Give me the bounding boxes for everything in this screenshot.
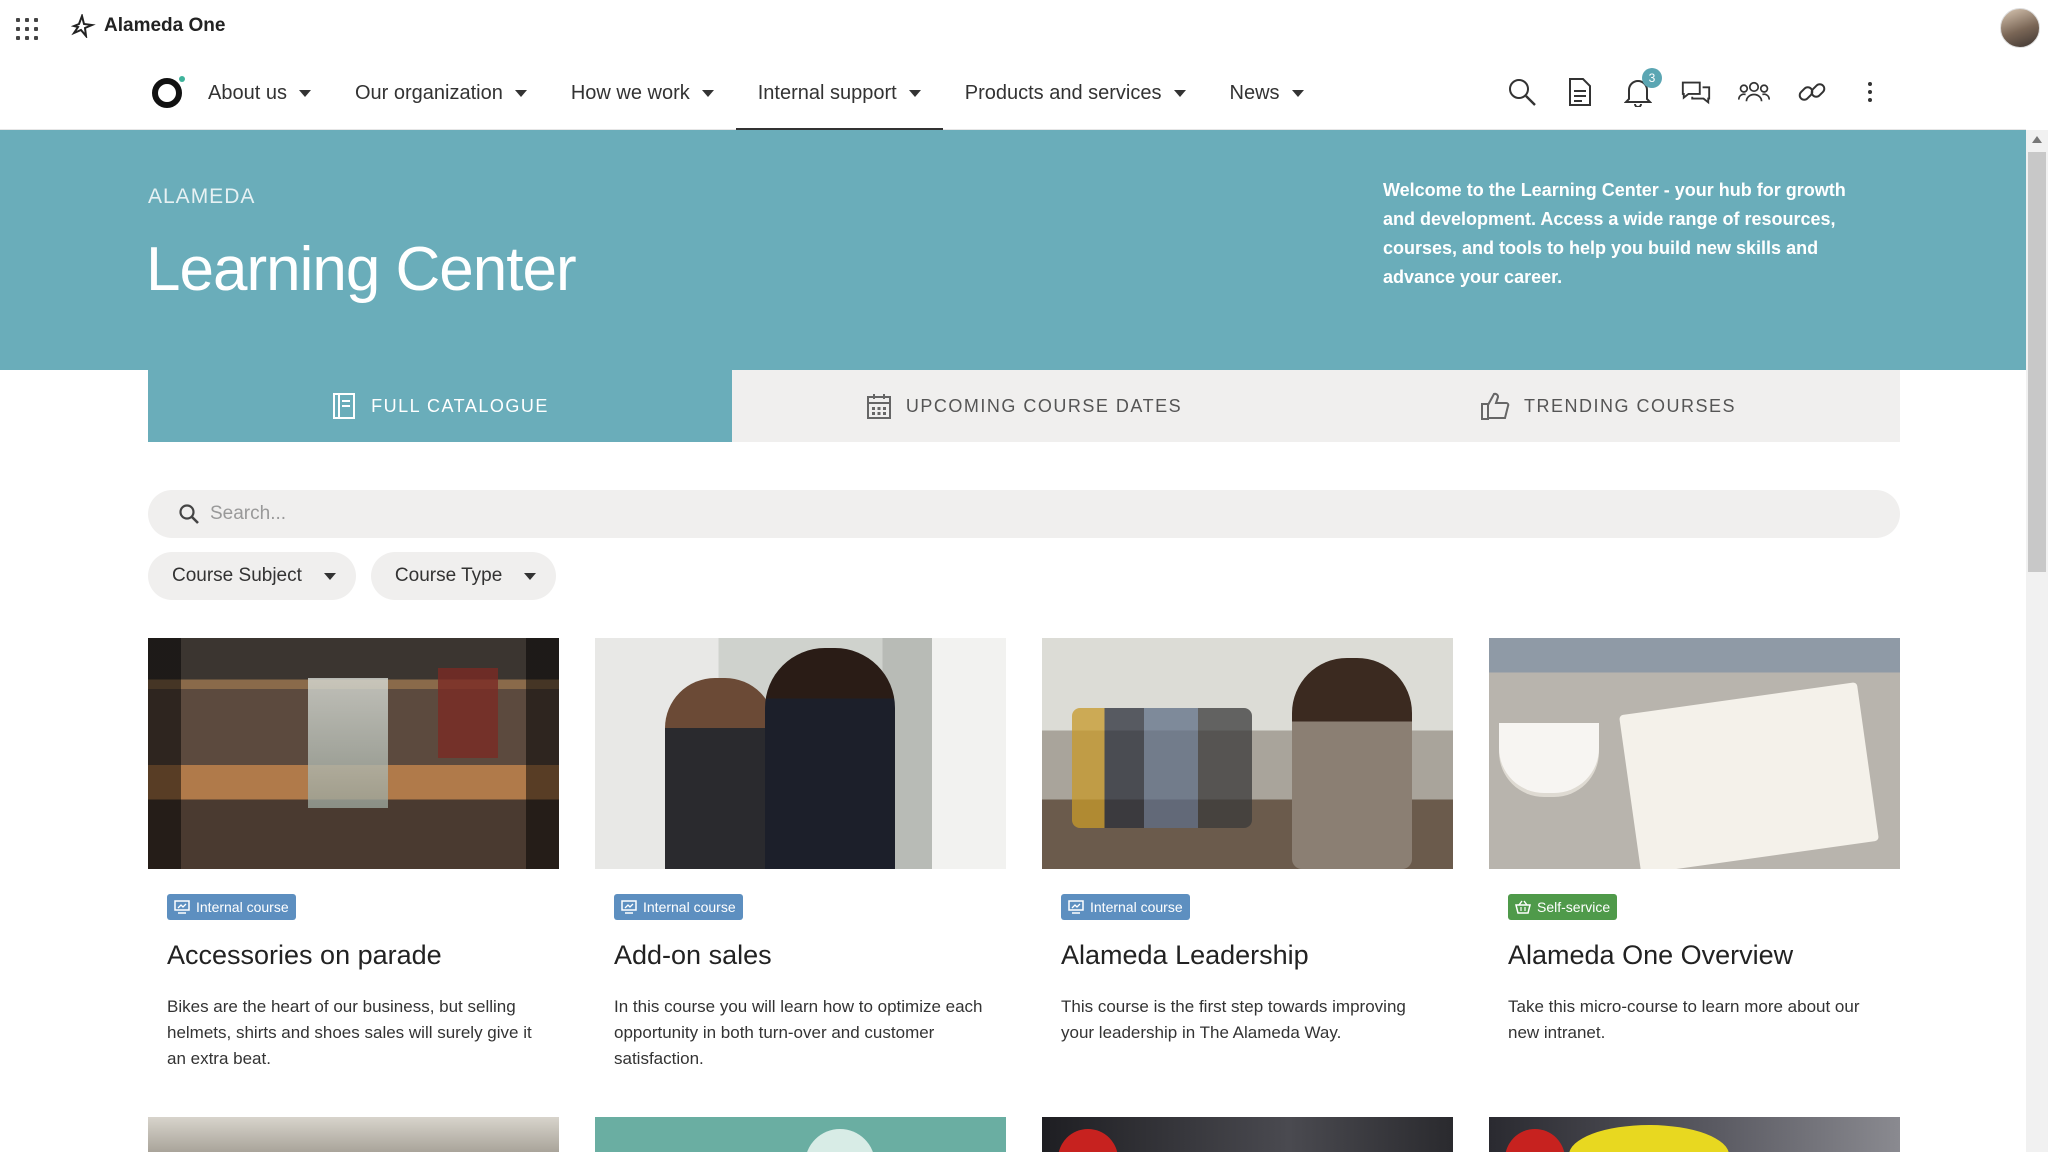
tab-label: UPCOMING COURSE DATES xyxy=(905,395,1183,416)
nav-item-label: How we work xyxy=(570,81,690,104)
brand-name: Alameda One xyxy=(104,15,226,36)
course-title[interactable]: Alameda Leadership xyxy=(1061,940,1309,971)
course-card[interactable]: Internal course Add-on sales In this cou… xyxy=(595,638,1006,1078)
course-icon xyxy=(621,900,637,914)
caret-down-icon xyxy=(1291,89,1304,97)
scroll-up-arrow-icon[interactable] xyxy=(2032,136,2042,143)
course-title[interactable]: Accessories on parade xyxy=(167,940,442,971)
course-icon xyxy=(1068,900,1084,914)
badge-label: Internal course xyxy=(196,899,289,915)
calendar-icon xyxy=(866,394,891,419)
course-type-badge: Internal course xyxy=(614,894,743,920)
people-icon[interactable] xyxy=(1738,76,1770,108)
caret-down-icon xyxy=(514,89,527,97)
site-navigation: About us Our organization How we work In… xyxy=(0,56,2026,131)
catalogue-icon xyxy=(333,393,356,419)
course-image[interactable] xyxy=(1489,638,1900,869)
search-icon[interactable] xyxy=(1506,76,1538,108)
course-card-image-partial[interactable] xyxy=(595,1117,1006,1152)
course-subject-filter[interactable]: Course Subject xyxy=(148,552,356,600)
notification-count-badge: 3 xyxy=(1642,68,1662,88)
course-icon xyxy=(174,900,190,914)
caret-down-icon xyxy=(298,89,311,97)
hero-eyebrow: ALAMEDA xyxy=(148,185,256,208)
course-image[interactable] xyxy=(148,638,559,869)
caret-down-icon xyxy=(524,572,537,580)
page-scrollbar[interactable] xyxy=(2026,130,2048,1152)
nav-item-about-us[interactable]: About us xyxy=(186,56,333,130)
tab-label: FULL CATALOGUE xyxy=(371,395,549,416)
nav-item-label: Internal support xyxy=(757,81,897,104)
caret-down-icon xyxy=(1173,89,1186,97)
course-card[interactable]: Internal course Accessories on parade Bi… xyxy=(148,638,559,1078)
course-card[interactable]: Self-service Alameda One Overview Take t… xyxy=(1489,638,1900,1078)
filter-label: Course Type xyxy=(394,565,503,586)
nav-item-news[interactable]: News xyxy=(1208,56,1326,130)
course-type-badge: Internal course xyxy=(1061,894,1190,920)
course-card-image-partial[interactable] xyxy=(148,1117,559,1152)
filter-bar: Course Subject Course Type xyxy=(148,552,557,600)
link-icon[interactable] xyxy=(1796,76,1828,108)
course-type-badge: Self-service xyxy=(1508,894,1618,920)
nav-item-how-we-work[interactable]: How we work xyxy=(549,56,736,130)
more-options-icon[interactable] xyxy=(1854,76,1886,108)
nav-item-internal-support[interactable]: Internal support xyxy=(735,56,943,131)
brand[interactable]: Alameda One xyxy=(70,14,225,38)
tab-trending-courses[interactable]: TRENDING COURSES xyxy=(1316,370,1900,442)
search-icon xyxy=(179,504,199,524)
badge-label: Self-service xyxy=(1537,899,1611,915)
course-type-badge: Internal course xyxy=(167,894,296,920)
user-avatar[interactable] xyxy=(2000,8,2040,48)
nav-item-products-and-services[interactable]: Products and services xyxy=(943,56,1208,130)
course-card-image-partial[interactable] xyxy=(1489,1117,1900,1152)
page-title: Learning Center xyxy=(146,235,577,304)
caret-down-icon xyxy=(323,572,336,580)
filter-label: Course Subject xyxy=(172,565,302,586)
nav-item-label: Our organization xyxy=(354,81,503,104)
nav-item-our-organization[interactable]: Our organization xyxy=(333,56,549,130)
hero-welcome-text: Welcome to the Learning Center - your hu… xyxy=(1383,180,1846,287)
app-bar: Alameda One xyxy=(0,0,2048,56)
badge-label: Internal course xyxy=(643,899,736,915)
hero-banner: ALAMEDA Learning Center Welcome to the L… xyxy=(0,130,2026,370)
catalogue-tabs: FULL CATALOGUE UPCOMING COURSE DATES TRE… xyxy=(148,370,1900,442)
course-image[interactable] xyxy=(595,638,1006,869)
brand-logo-icon xyxy=(70,14,96,38)
course-image[interactable] xyxy=(1042,638,1453,869)
course-description: This course is the first step towards im… xyxy=(1061,997,1406,1042)
course-description: In this course you will learn how to opt… xyxy=(614,997,983,1068)
document-icon[interactable] xyxy=(1564,76,1596,108)
site-logo-icon[interactable] xyxy=(152,76,185,108)
course-card-image-partial[interactable] xyxy=(1042,1117,1453,1152)
course-search xyxy=(148,490,1900,538)
basket-icon xyxy=(1515,900,1531,914)
course-type-filter[interactable]: Course Type xyxy=(370,552,557,600)
tab-full-catalogue[interactable]: FULL CATALOGUE xyxy=(148,370,732,442)
course-title[interactable]: Alameda One Overview xyxy=(1508,940,1793,971)
nav-item-label: News xyxy=(1229,81,1280,104)
course-description: Bikes are the heart of our business, but… xyxy=(167,997,532,1068)
course-card[interactable]: Internal course Alameda Leadership This … xyxy=(1042,638,1453,1078)
course-title[interactable]: Add-on sales xyxy=(614,940,772,971)
nav-item-label: About us xyxy=(208,81,287,104)
scrollbar-thumb[interactable] xyxy=(2028,152,2046,572)
tab-label: TRENDING COURSES xyxy=(1523,395,1736,416)
caret-down-icon xyxy=(701,89,714,97)
conversations-icon[interactable] xyxy=(1680,76,1712,108)
badge-label: Internal course xyxy=(1090,899,1183,915)
nav-item-label: Products and services xyxy=(964,81,1162,104)
app-launcher-icon[interactable] xyxy=(16,18,38,40)
search-input[interactable] xyxy=(210,503,1810,525)
tab-upcoming-course-dates[interactable]: UPCOMING COURSE DATES xyxy=(732,370,1316,442)
course-description: Take this micro-course to learn more abo… xyxy=(1508,997,1860,1042)
thumbs-up-icon xyxy=(1480,392,1510,420)
caret-down-icon xyxy=(908,89,921,97)
notifications-bell-icon[interactable]: 3 xyxy=(1622,68,1662,108)
